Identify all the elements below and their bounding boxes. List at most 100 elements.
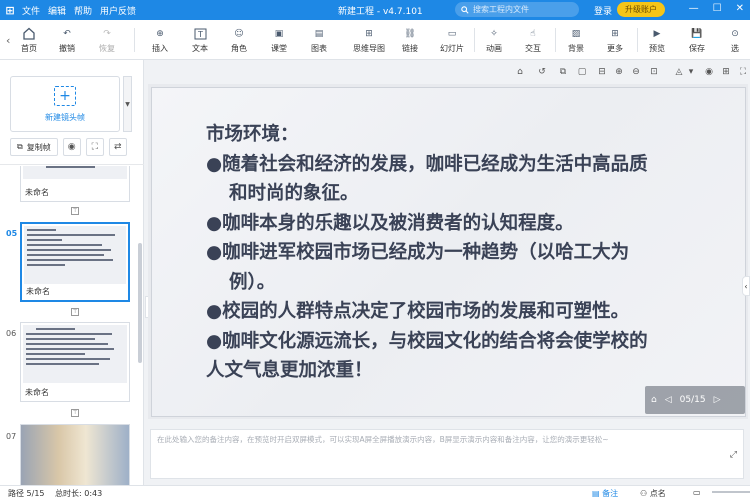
scan-icon[interactable]: ⛶ (85, 138, 104, 156)
text-button[interactable]: T 文本 (183, 22, 217, 58)
rollcall-button[interactable]: ⚇ 点名 (640, 488, 666, 499)
total-time: 总时长: 0:43 (55, 489, 103, 498)
menu-edit[interactable]: 编辑 (48, 4, 66, 17)
redo-icon: ↷ (103, 28, 111, 39)
animation-button[interactable]: ✧ 动画 (477, 22, 511, 58)
grid-icon[interactable]: ⊞ (720, 66, 732, 78)
home-button[interactable]: 首页 (12, 22, 46, 58)
save-button[interactable]: 💾 保存 (680, 22, 714, 58)
slide-heading: 市场环境： (206, 124, 299, 145)
preview-button[interactable]: ▶ 预览 (640, 22, 674, 58)
slide-bullet: ●咖啡进军校园市场已经成为一种趋势（以哈工大为 (206, 242, 630, 263)
notes-toggle-button[interactable]: ▤ 备注 (592, 488, 618, 499)
zoom-in-icon[interactable]: ⊕ (613, 66, 625, 78)
background-button[interactable]: ▨ 背景 (559, 22, 593, 58)
app-logo-icon: ⊞ (5, 3, 15, 17)
slide-bullet-cont: 人文气息更加浓重！ (206, 360, 373, 381)
insert-button[interactable]: ⊕ 插入 (143, 22, 177, 58)
expand-notes-icon[interactable]: ⤢ (730, 450, 737, 460)
slide-bullet: ●校园的人群特点决定了校园市场的发展和可塑性。 (206, 301, 630, 322)
undo-button[interactable]: ↶ 撤销 (50, 22, 84, 58)
window-controls: — ☐ ✕ (689, 3, 744, 14)
classroom-button[interactable]: ▣ 课堂 (262, 22, 296, 58)
switch-icon[interactable]: ⇄ (108, 138, 127, 156)
zoom-out-icon[interactable]: ⊖ (630, 66, 642, 78)
copy-view-icon[interactable]: ⧉ (557, 66, 569, 78)
fill-icon[interactable]: ◬ (673, 66, 685, 78)
home-icon (21, 27, 37, 41)
camera-icon[interactable]: ◉ (62, 138, 81, 156)
login-link[interactable]: 登录 (594, 4, 612, 17)
toolbar-divider (637, 28, 638, 52)
select-icon: ⊙ (731, 28, 739, 39)
status-bar: 路径 5/15 总时长: 0:43 ▤ 备注 ⚇ 点名 ▭ (0, 485, 750, 500)
toolbar-divider (555, 28, 556, 52)
menu-file[interactable]: 文件 (22, 4, 40, 17)
chart-icon: ▤ (314, 28, 324, 39)
slide-number: 06 (6, 329, 17, 338)
next-slide-icon[interactable]: ▷ (714, 395, 721, 405)
rotate-icon[interactable]: ↺ (536, 66, 548, 78)
maximize-icon[interactable]: ☐ (713, 3, 722, 14)
path-indicator: 路径 5/15 (8, 489, 45, 498)
mindmap-button[interactable]: ⊞ 思维导图 (347, 22, 391, 58)
redo-button[interactable]: ↷ 恢复 (90, 22, 124, 58)
canvas-area[interactable]: 市场环境： ●随着社会和经济的发展，咖啡已经成为生活中高品质 和时尚的象征。 ●… (148, 84, 748, 419)
menu-feedback[interactable]: 用户反馈 (100, 4, 136, 17)
zoom-slider[interactable] (712, 491, 750, 493)
select-button[interactable]: ⊙ 选 (722, 22, 748, 58)
main-menu: 文件 编辑 帮助 用户反馈 (22, 4, 136, 17)
search-input[interactable] (473, 5, 568, 14)
slide-bullet: ●咖啡文化源远流长，与校园文化的结合将会使学校的 (206, 330, 648, 352)
slide-thumbnail-5[interactable]: 未命名 (20, 222, 130, 302)
more-button[interactable]: ⊞ 更多 (598, 22, 632, 58)
fit-icon[interactable]: ⊡ (648, 66, 660, 78)
slide-pager: ⌂ ◁ 05/15 ▷ (645, 386, 745, 414)
fullscreen-icon[interactable]: ⛶ (737, 66, 749, 78)
main-toolbar: ‹ 首页 ↶ 撤销 ↷ 恢复 ⊕ 插入 T 文本 ☺ 角色 ▣ 课堂 ▤ 图表 ⊞ 思维导图 ⛓… (0, 20, 750, 60)
interact-button[interactable]: ☝ 交互 (516, 22, 550, 58)
search-box[interactable] (455, 2, 579, 17)
menu-help[interactable]: 帮助 (74, 4, 92, 17)
frame-view-icon[interactable]: ▢ (576, 66, 588, 78)
slide-bullet: ●随着社会和经济的发展，咖啡已经成为生活中高品质 (206, 153, 648, 175)
camera-view-icon[interactable]: ◉ (703, 66, 715, 78)
fill-dropdown-icon[interactable]: ▾ (685, 66, 697, 78)
current-slide[interactable]: 市场环境： ●随着社会和经济的发展，咖啡已经成为生活中高品质 和时尚的象征。 ●… (151, 87, 746, 417)
slideshow-icon: ▭ (447, 28, 457, 39)
role-icon: ☺ (234, 28, 244, 39)
toolbar-scroll-left-icon[interactable]: ‹ (6, 34, 10, 47)
upgrade-button[interactable]: 升级账户 (617, 2, 665, 17)
slide-number: 07 (6, 432, 17, 441)
new-frame-button[interactable]: + 新建镜头帧 (10, 76, 120, 132)
frame-marker-icon: ⊤ (71, 409, 79, 417)
role-button[interactable]: ☺ 角色 (222, 22, 256, 58)
more-icon: ⊞ (611, 28, 619, 39)
close-icon[interactable]: ✕ (736, 3, 744, 14)
slide-thumbnail-6[interactable]: 未命名 (20, 322, 130, 402)
slideshow-button[interactable]: ▭ 幻灯片 (433, 22, 471, 58)
slide-text-block[interactable]: 市场环境： ●随着社会和经济的发展，咖啡已经成为生活中高品质 和时尚的象征。 ●… (206, 120, 706, 386)
frame-marker-icon: ⊤ (71, 207, 79, 215)
align-icon[interactable]: ⊟ (596, 66, 608, 78)
slide-panel: + 新建镜头帧 ▼ ⧉ 复制帧 ◉ ⛶ ⇄ 未命名 ⊤ 05 未命名 ⊤ 06 未… (0, 60, 144, 485)
link-button[interactable]: ⛓ 链接 (393, 22, 427, 58)
document-title: 新建工程 - v4.7.101 (338, 7, 423, 17)
panel-scrollbar[interactable] (138, 243, 142, 363)
chart-button[interactable]: ▤ 图表 (302, 22, 336, 58)
prev-slide-icon[interactable]: ◁ (665, 395, 672, 405)
slide-thumbnail-7[interactable] (20, 424, 130, 485)
minimize-icon[interactable]: — (689, 3, 699, 14)
slide-preview (23, 166, 127, 179)
slide-thumbnail-4[interactable]: 未命名 (20, 166, 130, 202)
expand-right-panel-icon[interactable]: ‹ (742, 276, 750, 296)
undo-icon: ↶ (63, 28, 71, 39)
play-icon[interactable]: ▭ (693, 488, 701, 497)
home-view-icon[interactable]: ⌂ (514, 66, 526, 78)
new-frame-dropdown-icon[interactable]: ▼ (123, 76, 132, 132)
slide-thumbnail-list: 未命名 ⊤ 05 未命名 ⊤ 06 未命名 ⊤ 07 (0, 166, 144, 485)
copy-frame-button[interactable]: ⧉ 复制帧 (10, 138, 58, 156)
notes-input[interactable] (157, 434, 717, 474)
home-icon[interactable]: ⌂ (651, 395, 657, 405)
frame-tools: ⧉ 复制帧 ◉ ⛶ ⇄ (10, 138, 134, 158)
